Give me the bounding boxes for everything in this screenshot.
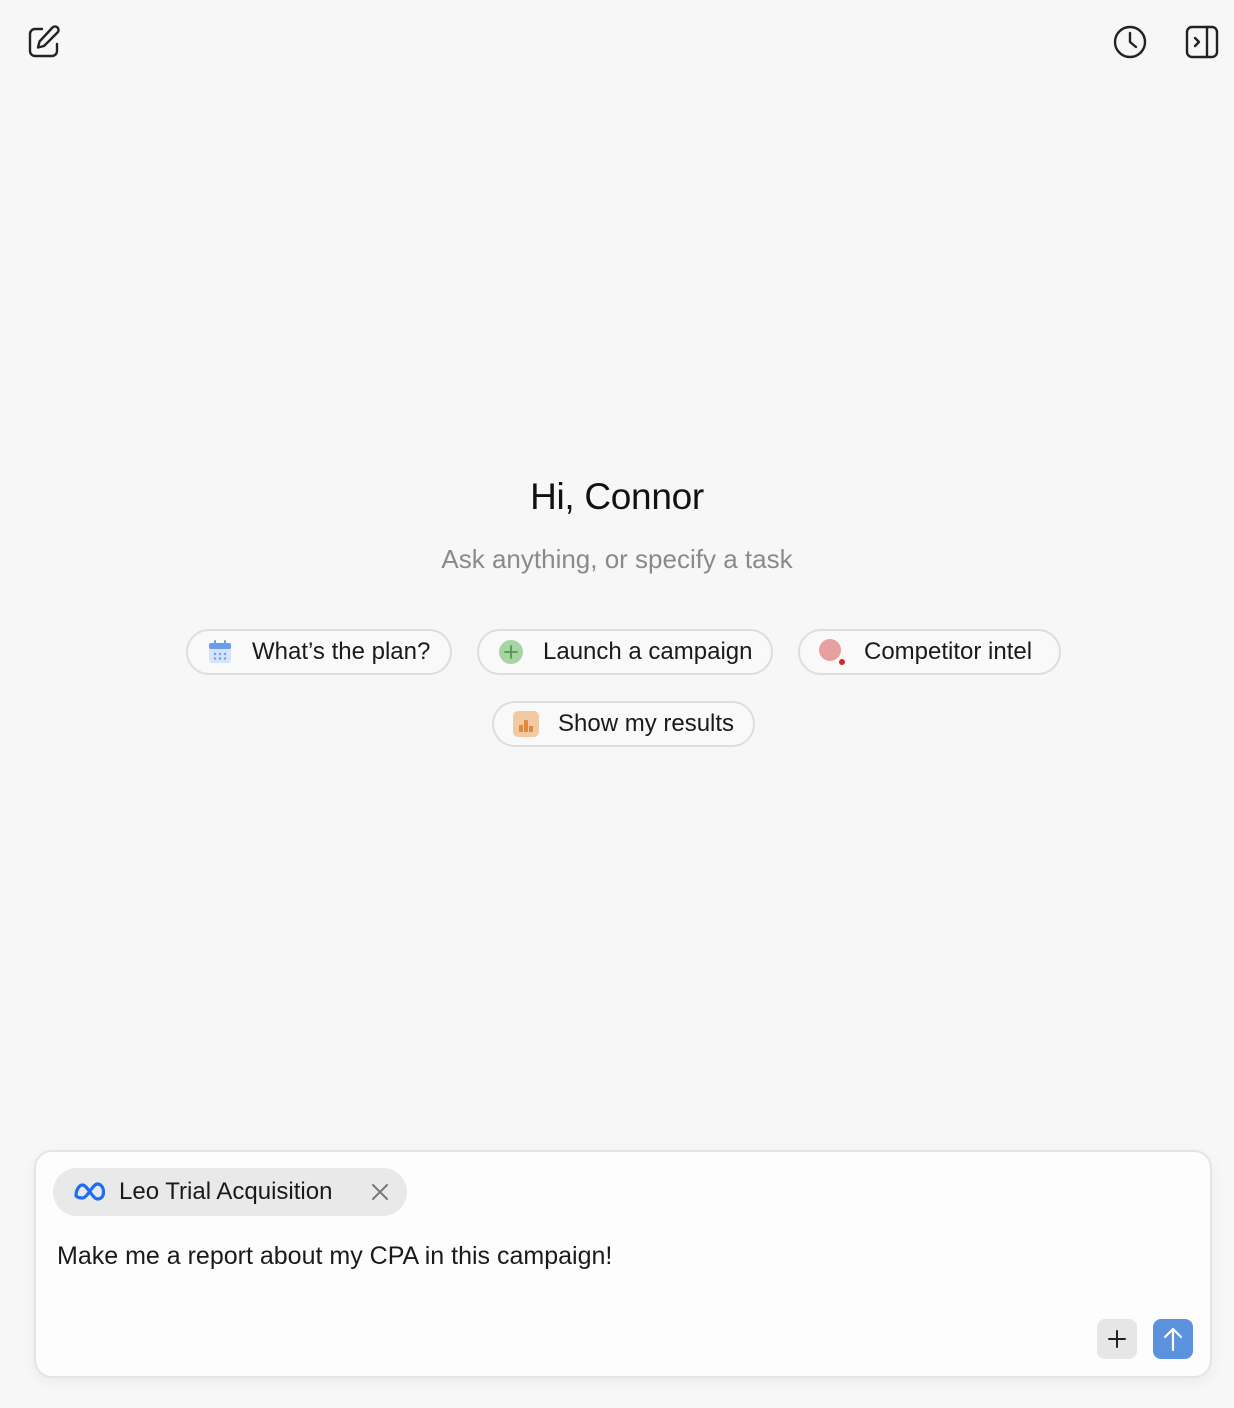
send-button[interactable] bbox=[1153, 1319, 1193, 1359]
clock-icon[interactable] bbox=[1110, 22, 1150, 62]
compose-icon[interactable] bbox=[24, 22, 64, 62]
record-dot-icon bbox=[818, 638, 846, 666]
bar-chart-icon bbox=[512, 710, 540, 738]
arrow-up-icon bbox=[1163, 1327, 1183, 1352]
greeting-title: Hi, Connor bbox=[530, 476, 704, 517]
suggestion-label: Competitor intel bbox=[864, 638, 1033, 665]
home-page: Hi, Connor Ask anything, or specify a ta… bbox=[0, 0, 1234, 1408]
suggestion-label: What’s the plan? bbox=[252, 638, 431, 665]
suggestion-chip-competitor-intel[interactable]: Competitor intel bbox=[798, 629, 1061, 675]
suggestion-chip-launch[interactable]: Launch a campaign bbox=[477, 629, 773, 675]
calendar-icon bbox=[206, 638, 234, 666]
suggestion-label: Launch a campaign bbox=[543, 638, 753, 665]
plus-icon bbox=[1108, 1330, 1126, 1348]
sidebar-toggle-icon[interactable] bbox=[1182, 22, 1222, 62]
greeting-subtitle: Ask anything, or specify a task bbox=[441, 544, 793, 574]
meta-logo-icon bbox=[73, 1181, 107, 1203]
suggestion-chip-plan[interactable]: What’s the plan? bbox=[186, 629, 452, 675]
context-tag-label: Leo Trial Acquisition bbox=[119, 1178, 333, 1205]
message-input[interactable]: Make me a report about my CPA in this ca… bbox=[57, 1242, 612, 1271]
suggestion-chip-results[interactable]: Show my results bbox=[492, 701, 755, 747]
plus-circle-icon bbox=[497, 638, 525, 666]
message-composer[interactable]: Leo Trial Acquisition Make me a report a… bbox=[34, 1150, 1212, 1378]
close-icon[interactable] bbox=[369, 1181, 391, 1203]
context-tag[interactable]: Leo Trial Acquisition bbox=[53, 1168, 407, 1216]
add-attachment-button[interactable] bbox=[1097, 1319, 1137, 1359]
suggestion-label: Show my results bbox=[558, 710, 735, 737]
